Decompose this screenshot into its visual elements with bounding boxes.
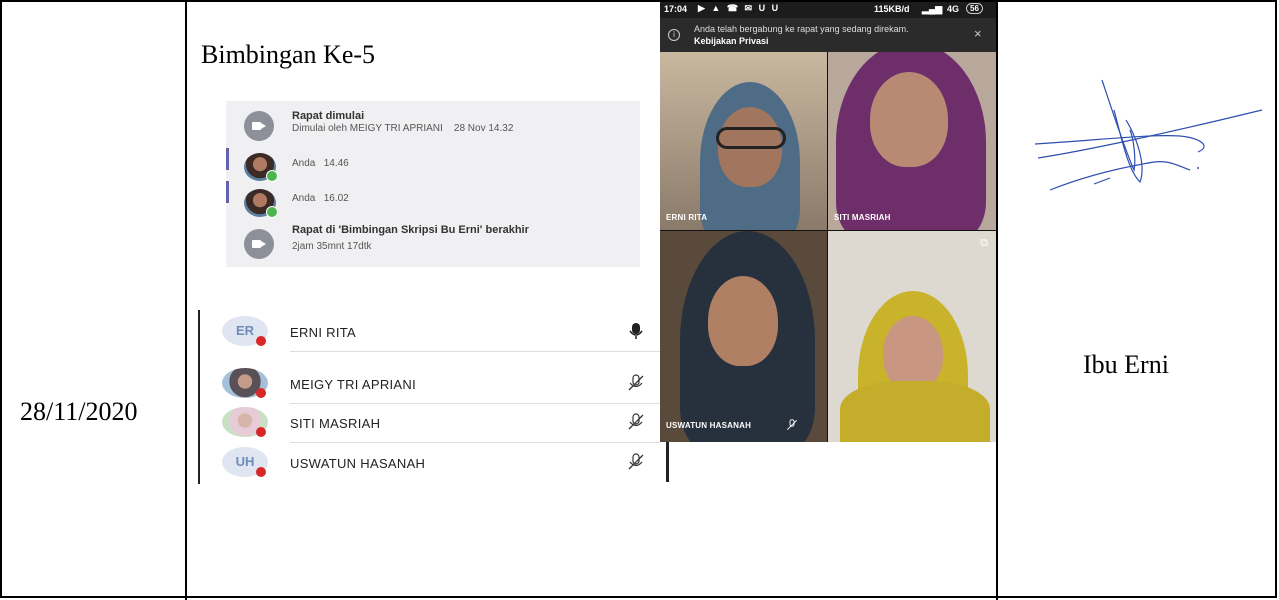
event-title: Rapat di 'Bimbingan Skripsi Bu Erni' ber… [292, 224, 529, 236]
status-dot [256, 467, 266, 477]
message-meta: Anda 14.46 [292, 158, 349, 169]
status-dot [256, 388, 266, 398]
meeting-start-icon [244, 111, 274, 141]
mic-muted-icon[interactable] [628, 413, 644, 431]
avatar [244, 189, 278, 218]
video-tile[interactable]: ERNI RITA [660, 52, 827, 230]
battery-icon: 56 [966, 3, 983, 14]
message-time: 14.46 [323, 158, 349, 169]
close-icon[interactable]: × [974, 26, 982, 41]
row-divider [290, 351, 660, 352]
online-status-icon [266, 206, 278, 218]
network-type: 4G [947, 4, 960, 14]
handwritten-signature [1034, 79, 1263, 191]
network-speed: 115KB/d [874, 4, 910, 14]
avatar [244, 153, 278, 182]
status-dot [256, 427, 266, 437]
participant-name: ERNI RITA [290, 325, 357, 340]
column-divider [185, 0, 187, 600]
date-cell: 28/11/2020 [20, 397, 138, 426]
mic-muted-icon[interactable] [628, 374, 644, 392]
participant-row[interactable]: SITI MASRIAH [200, 403, 660, 443]
mic-muted-icon [786, 419, 798, 431]
video-call-screenshot: 17:04 ▶ ▲ ☎ ✉ U U 115KB/d ▂▄▆ 4G 56 i An… [660, 2, 996, 442]
meeting-end-icon [244, 229, 274, 259]
meeting-chat-log: Rapat dimulai Dimulai oleh MEIGY TRI APR… [226, 101, 640, 267]
message-sender: Anda [292, 193, 316, 204]
message-marker [226, 181, 229, 203]
privacy-link[interactable]: Kebijakan Privasi [694, 36, 769, 46]
participant-name: SITI MASRIAH [290, 416, 381, 431]
info-icon: i [668, 29, 680, 41]
message-marker [226, 148, 229, 170]
mic-on-icon[interactable] [628, 322, 644, 340]
tile-name: SITI MASRIAH [834, 213, 891, 222]
video-tile[interactable]: USWATUN HASANAH [660, 231, 827, 442]
participant-name: USWATUN HASANAH [290, 456, 426, 471]
mic-muted-icon[interactable] [628, 453, 644, 471]
message-time: 16.02 [323, 193, 349, 204]
tile-name: USWATUN HASANAH [666, 421, 752, 430]
participants-list: ER ERNI RITA MEIGY TRI APRIANI SITI MASR… [198, 310, 670, 484]
notification-icons: ▶ ▲ ☎ ✉ U U [698, 3, 781, 13]
message-sender: Anda [292, 158, 316, 169]
phone-status-bar: 17:04 ▶ ▲ ☎ ✉ U U 115KB/d ▂▄▆ 4G 56 [660, 2, 996, 18]
participant-row[interactable]: MEIGY TRI APRIANI [200, 364, 660, 404]
participant-row[interactable]: ER ERNI RITA [200, 312, 660, 352]
session-title: Bimbingan Ke-5 [201, 40, 376, 69]
camera-switch-icon[interactable]: ⧉ [980, 237, 988, 250]
glasses [716, 127, 786, 149]
participant-video [883, 316, 943, 391]
notice-text: Anda telah bergabung ke rapat yang sedan… [694, 24, 909, 34]
video-tile[interactable]: ⧉ [828, 231, 996, 442]
event-title: Rapat dimulai [292, 110, 365, 122]
participant-video [870, 72, 948, 167]
participant-name: MEIGY TRI APRIANI [290, 377, 416, 392]
event-detail: Dimulai oleh MEIGY TRI APRIANI 28 Nov 14… [292, 123, 514, 134]
status-time: 17:04 [664, 4, 688, 14]
status-dot [256, 336, 266, 346]
recording-notice: i Anda telah bergabung ke rapat yang sed… [660, 18, 996, 52]
event-detail: 2jam 35mnt 17dtk [292, 241, 372, 252]
signal-icon: ▂▄▆ [922, 4, 943, 14]
participant-video [708, 276, 778, 366]
online-status-icon [266, 170, 278, 182]
participant-row[interactable]: UH USWATUN HASANAH [200, 443, 660, 483]
video-tile[interactable]: SITI MASRIAH [828, 52, 996, 230]
tile-name: ERNI RITA [666, 213, 708, 222]
signer-name: Ibu Erni [1083, 350, 1169, 379]
message-meta: Anda 16.02 [292, 193, 349, 204]
participant-video [840, 381, 990, 442]
column-divider [996, 0, 998, 600]
